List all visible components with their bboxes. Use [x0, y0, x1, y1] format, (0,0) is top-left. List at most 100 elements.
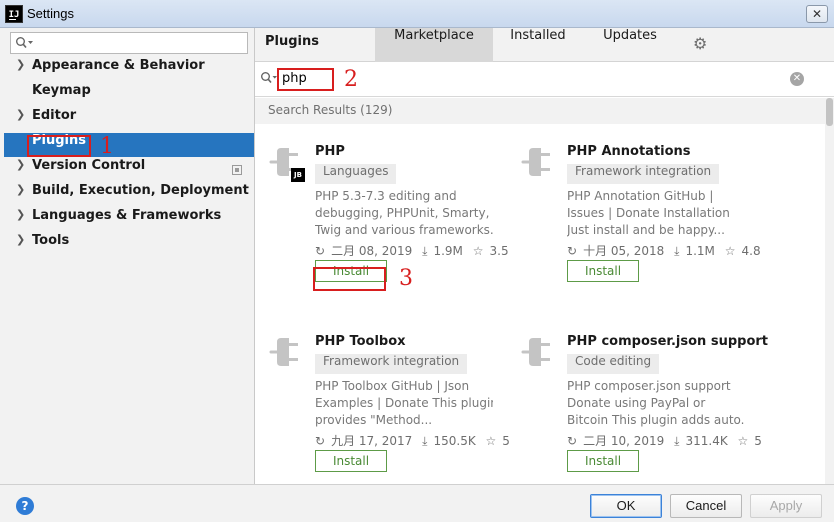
help-icon[interactable]: ?: [16, 497, 34, 515]
annotation-box-plugins: [27, 135, 91, 157]
sidebar-item-build-execution-deployment[interactable]: ❯ Build, Execution, Deployment: [0, 183, 254, 207]
plugin-description: PHP Toolbox GitHub | Json Examples | Don…: [315, 379, 493, 427]
sidebar-item-editor[interactable]: ❯ Editor: [0, 108, 254, 132]
sidebar-item-label: Build, Execution, Deployment: [32, 183, 249, 198]
sidebar-item-version-control[interactable]: ❯ Version Control: [0, 158, 254, 182]
tab-installed[interactable]: Installed: [493, 28, 583, 62]
plugin-rating: 5: [754, 434, 762, 448]
ok-button[interactable]: OK: [590, 494, 662, 518]
chevron-right-icon: ❯: [16, 208, 26, 221]
settings-sidebar: ❯ Appearance & Behavior Keymap ❯ Editor …: [0, 28, 255, 484]
plugin-card-php[interactable]: JB PHP Languages PHP 5.3-7.3 editing and…: [267, 144, 517, 324]
annotation-number-1: 1: [100, 134, 114, 159]
plugin-name[interactable]: PHP Toolbox: [315, 334, 406, 349]
results-count: Search Results (129): [268, 103, 393, 117]
project-level-icon: [232, 165, 242, 175]
annotation-number-2: 2: [344, 67, 358, 92]
sidebar-item-keymap[interactable]: Keymap: [0, 83, 254, 107]
sidebar-item-label: Tools: [32, 233, 70, 248]
scrollbar-thumb[interactable]: [826, 98, 833, 126]
sidebar-item-label: Appearance & Behavior: [32, 58, 205, 73]
search-results-header: Search Results (129): [255, 98, 825, 124]
cancel-button[interactable]: Cancel: [670, 494, 742, 518]
plugin-rating: 4.8: [741, 244, 761, 258]
plugin-category-tag: Languages: [315, 164, 397, 184]
annotation-box-install: [313, 267, 386, 291]
gear-icon[interactable]: ⚙: [693, 34, 707, 53]
plugin-downloads: 311.4K: [685, 434, 728, 448]
plugin-date: 二月 08, 2019: [331, 244, 413, 258]
chevron-right-icon: ❯: [16, 158, 26, 171]
annotation-box-search: [277, 68, 334, 91]
chevron-right-icon: ❯: [16, 58, 26, 71]
window-title: Settings: [27, 6, 74, 21]
tab-marketplace[interactable]: Marketplace: [375, 28, 493, 62]
install-button[interactable]: Install: [567, 450, 639, 472]
sidebar-item-tools[interactable]: ❯ Tools: [0, 233, 254, 257]
tab-updates[interactable]: Updates: [585, 28, 675, 62]
results-scrollbar[interactable]: [825, 98, 834, 484]
plugin-icon: [521, 148, 550, 176]
plugin-meta: ↻ 二月 08, 2019 ⤓ 1.9M ☆ 3.5: [315, 242, 515, 259]
sidebar-item-label: Editor: [32, 108, 77, 123]
plugin-name[interactable]: PHP: [315, 144, 345, 159]
star-icon: ☆: [724, 244, 736, 258]
plugin-description: PHP composer.json support Donate using P…: [567, 379, 745, 427]
plugin-category-tag: Code editing: [567, 354, 660, 374]
plugin-category-tag: Framework integration: [315, 354, 468, 374]
plugin-name[interactable]: PHP composer.json support: [567, 334, 768, 349]
plugin-downloads: 1.9M: [433, 244, 463, 258]
plugin-meta: ↻ 九月 17, 2017 ⤓ 150.5K ☆ 5: [315, 432, 516, 449]
plugin-date: 二月 10, 2019: [583, 434, 665, 448]
intellij-logo-icon: IJ: [5, 5, 23, 23]
sidebar-item-label: Keymap: [32, 83, 91, 98]
search-icon: [16, 37, 33, 49]
dialog-button-bar: ? OK Cancel Apply: [0, 484, 834, 522]
plugin-downloads: 150.5K: [433, 434, 476, 448]
plugin-date: 十月 05, 2018: [583, 244, 665, 258]
page-title: Plugins: [265, 34, 319, 49]
download-icon: ⤓: [674, 244, 680, 258]
plugin-card-php-annotations[interactable]: PHP Annotations Framework integration PH…: [519, 144, 769, 324]
plugin-category-tag: Framework integration: [567, 164, 720, 184]
star-icon: ☆: [485, 434, 497, 448]
plugin-meta: ↻ 十月 05, 2018 ⤓ 1.1M ☆ 4.8: [567, 242, 767, 259]
apply-button[interactable]: Apply: [750, 494, 822, 518]
chevron-right-icon: ❯: [16, 108, 26, 121]
plugin-name[interactable]: PHP Annotations: [567, 144, 691, 159]
sidebar-item-label: Languages & Frameworks: [32, 208, 222, 223]
download-icon: ⤓: [422, 434, 428, 448]
search-icon: [261, 72, 277, 84]
plugins-tab-bar: Plugins Marketplace Installed Updates ⚙: [255, 28, 834, 62]
title-bar: IJ Settings ✕: [0, 0, 834, 28]
jetbrains-badge-icon: JB: [291, 168, 305, 182]
plugin-search-input[interactable]: php ✕: [255, 63, 834, 97]
settings-search-input[interactable]: [10, 32, 248, 54]
plugin-downloads: 1.1M: [685, 244, 715, 258]
plugin-description: PHP 5.3-7.3 editing and debugging, PHPUn…: [315, 189, 493, 237]
close-button[interactable]: ✕: [806, 5, 828, 23]
plugin-icon: [269, 338, 298, 366]
refresh-icon: ↻: [315, 244, 326, 258]
plugin-meta: ↻ 二月 10, 2019 ⤓ 311.4K ☆ 5: [567, 432, 768, 449]
plugin-rating: 5: [502, 434, 510, 448]
download-icon: ⤓: [674, 434, 680, 448]
plugin-rating: 3.5: [489, 244, 509, 258]
plugin-description: PHP Annotation GitHub | Issues | Donate …: [567, 189, 730, 237]
chevron-right-icon: ❯: [16, 183, 26, 196]
install-button[interactable]: Install: [315, 450, 387, 472]
plugin-icon: [521, 338, 550, 366]
download-icon: ⤓: [422, 244, 428, 258]
sidebar-item-appearance-behavior[interactable]: ❯ Appearance & Behavior: [0, 58, 254, 82]
chevron-right-icon: ❯: [16, 233, 26, 246]
plugin-date: 九月 17, 2017: [331, 434, 413, 448]
sidebar-item-label: Version Control: [32, 158, 146, 173]
refresh-icon: ↻: [567, 434, 578, 448]
annotation-number-3: 3: [399, 266, 413, 291]
install-button[interactable]: Install: [567, 260, 639, 282]
refresh-icon: ↻: [315, 434, 326, 448]
plugins-panel: Plugins Marketplace Installed Updates ⚙ …: [255, 28, 834, 484]
clear-search-icon[interactable]: ✕: [790, 72, 804, 86]
star-icon: ☆: [472, 244, 484, 258]
sidebar-item-languages-frameworks[interactable]: ❯ Languages & Frameworks: [0, 208, 254, 232]
